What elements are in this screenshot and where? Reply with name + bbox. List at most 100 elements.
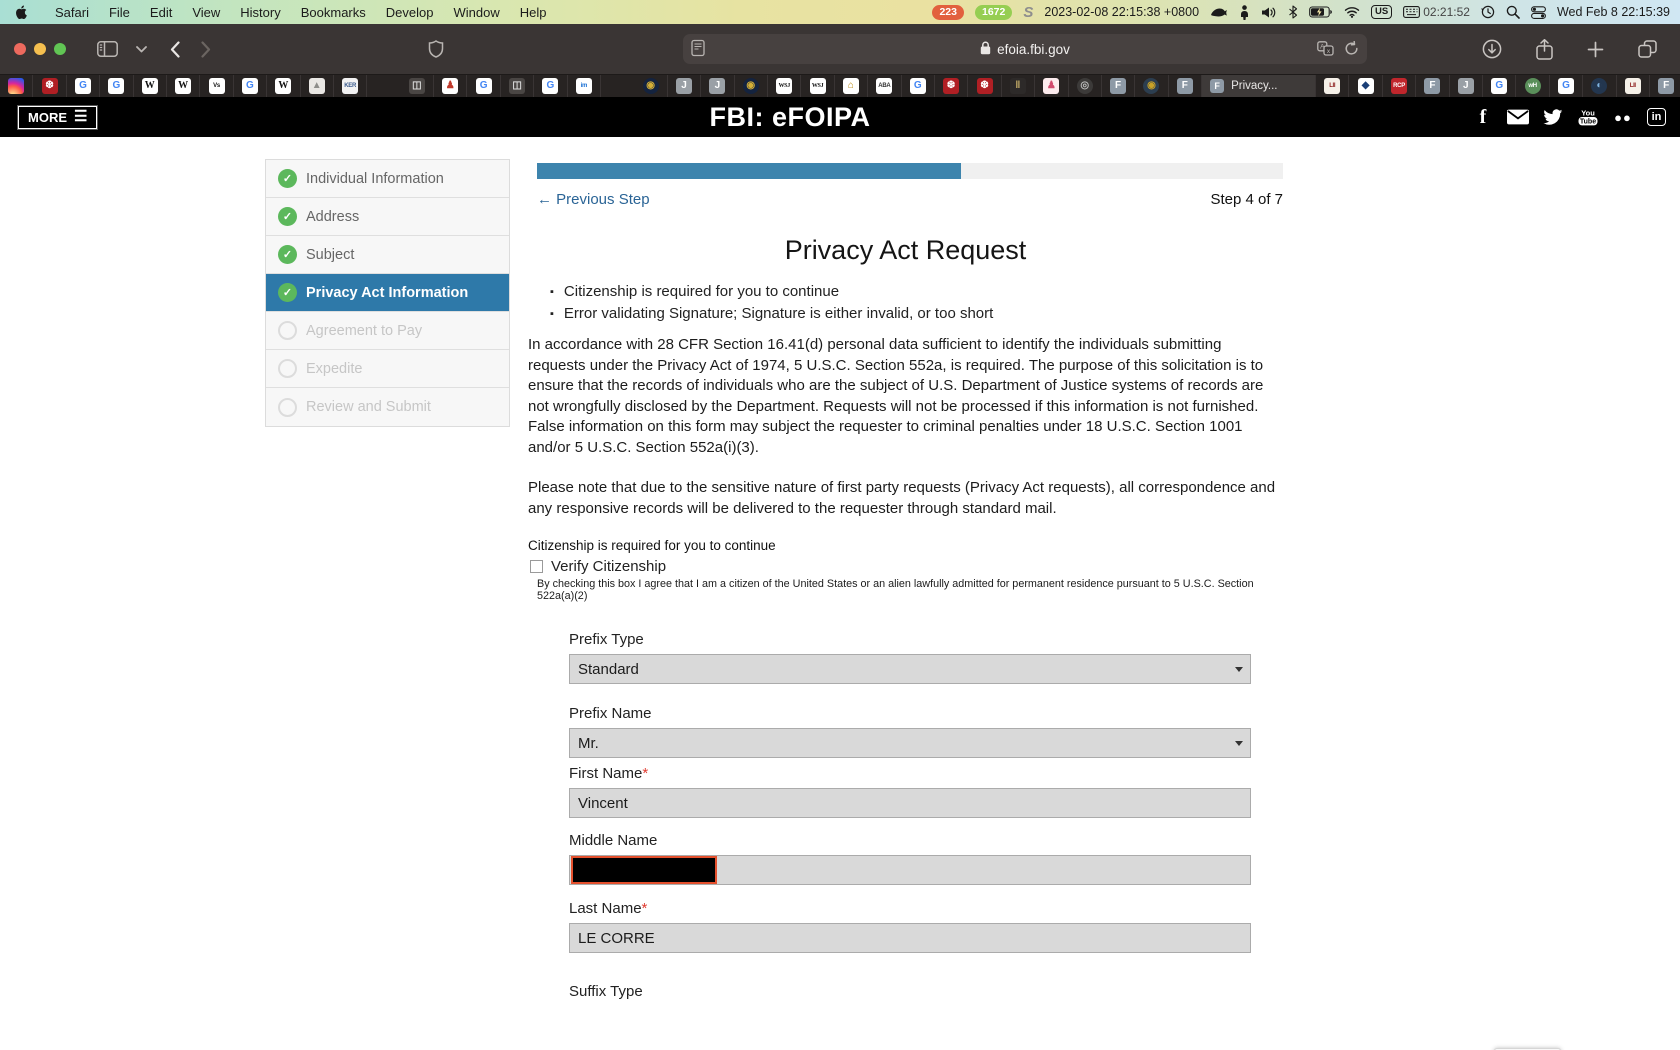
favicon[interactable]: J — [1450, 75, 1483, 98]
flickr-icon[interactable]: ●● — [1612, 107, 1634, 127]
back-button[interactable] — [170, 41, 180, 58]
privacy-report-shield-icon[interactable] — [428, 40, 444, 59]
wifi-icon[interactable] — [1344, 6, 1360, 18]
favicon[interactable]: W — [134, 75, 167, 98]
favicon[interactable]: G — [902, 75, 935, 98]
reload-icon[interactable] — [1344, 41, 1359, 59]
apple-menu-icon[interactable] — [14, 4, 29, 20]
favicon[interactable]: J — [701, 75, 734, 98]
favicon[interactable]: WSJ — [768, 75, 801, 98]
favicon[interactable]: G — [1550, 75, 1583, 98]
zoom-window-button[interactable] — [54, 43, 66, 55]
twitter-icon[interactable] — [1542, 107, 1564, 127]
wizard-step[interactable]: Individual Information — [266, 160, 509, 198]
favicon[interactable]: ▲ — [301, 75, 334, 98]
input-source-indicator[interactable]: US — [1371, 5, 1392, 19]
share-button[interactable] — [1536, 39, 1553, 60]
minimize-window-button[interactable] — [34, 43, 46, 55]
favicon[interactable]: ❆ — [968, 75, 1001, 98]
person-status-icon[interactable] — [1239, 5, 1250, 20]
linkedin-icon[interactable]: in — [1647, 108, 1666, 126]
field-input[interactable]: LE CORRE — [569, 923, 1251, 953]
battery-icon[interactable] — [1309, 6, 1333, 18]
favicon[interactable]: LII — [1617, 75, 1650, 98]
favicon[interactable]: G — [534, 75, 567, 98]
favicon[interactable]: G — [100, 75, 133, 98]
facebook-icon[interactable]: f — [1472, 107, 1494, 127]
favicon[interactable]: F — [1102, 75, 1135, 98]
verify-citizenship-checkbox[interactable] — [530, 560, 543, 573]
field-input[interactable] — [569, 855, 1251, 885]
active-tab[interactable]: F Privacy... — [1202, 75, 1316, 98]
favicon[interactable]: ♟ — [434, 75, 467, 98]
field-input[interactable]: Vincent — [569, 788, 1251, 818]
forward-button[interactable] — [201, 41, 211, 58]
favicon[interactable]: ⌂ — [835, 75, 868, 98]
wizard-step[interactable]: Review and Submit — [266, 388, 509, 426]
favicon[interactable]: ◫ — [401, 75, 434, 98]
control-center-icon[interactable] — [1531, 6, 1546, 19]
whale-icon[interactable] — [1210, 6, 1228, 19]
favicon[interactable] — [0, 75, 33, 98]
time-machine-icon[interactable] — [1481, 5, 1495, 19]
downloads-button[interactable] — [1482, 39, 1502, 59]
menubar-datetime[interactable]: 2023-02-08 22:15:38 +0800 — [1044, 5, 1199, 19]
favicon[interactable]: ABA — [868, 75, 901, 98]
menu-item[interactable]: File — [99, 5, 140, 20]
menu-item[interactable]: Help — [510, 5, 557, 20]
favicon[interactable]: WSJ — [801, 75, 834, 98]
translate-icon[interactable]: Ax — [1317, 41, 1334, 59]
favicon[interactable]: G — [467, 75, 500, 98]
favicon[interactable]: ◉ — [1135, 75, 1168, 98]
wizard-step[interactable]: Address — [266, 198, 509, 236]
status-app-icon[interactable]: S — [1023, 4, 1033, 21]
favicon[interactable]: RCP — [1383, 75, 1416, 98]
wizard-step[interactable]: Subject — [266, 236, 509, 274]
favicon[interactable]: J — [668, 75, 701, 98]
wizard-step[interactable]: Privacy Act Information — [266, 274, 509, 312]
menu-item[interactable]: Edit — [140, 5, 182, 20]
favicon[interactable]: ◫ — [501, 75, 534, 98]
reader-icon[interactable] — [691, 39, 705, 60]
field-input[interactable]: Standard — [569, 654, 1251, 684]
menu-item[interactable]: Develop — [376, 5, 444, 20]
favicon[interactable]: im — [568, 75, 601, 98]
favicon[interactable]: ◉ — [634, 75, 667, 98]
menu-item[interactable]: View — [182, 5, 230, 20]
notification-badge-green[interactable]: 1672 — [975, 5, 1012, 20]
keyboard-timer[interactable]: 02:21:52 — [1403, 5, 1470, 19]
new-tab-button[interactable] — [1587, 41, 1604, 58]
spotlight-icon[interactable] — [1506, 5, 1520, 19]
favicon[interactable]: ❆ — [935, 75, 968, 98]
favicon[interactable]: F — [1650, 75, 1680, 98]
favicon[interactable]: wH — [1516, 75, 1549, 98]
wizard-step[interactable]: Agreement to Pay — [266, 312, 509, 350]
menubar-clock[interactable]: Wed Feb 8 22:15:39 — [1557, 5, 1670, 19]
sidebar-chevron-button[interactable] — [136, 46, 147, 53]
wizard-step[interactable]: Expedite — [266, 350, 509, 388]
favicon[interactable] — [601, 75, 634, 98]
favicon[interactable]: F — [1416, 75, 1449, 98]
favicon[interactable]: ◉ — [735, 75, 768, 98]
email-icon[interactable] — [1507, 107, 1529, 127]
volume-icon[interactable] — [1261, 6, 1277, 19]
favicon[interactable] — [367, 75, 400, 98]
favicon[interactable]: ‖ — [1002, 75, 1035, 98]
youtube-icon[interactable]: YouTube — [1577, 107, 1599, 127]
field-input[interactable]: Mr. — [569, 728, 1251, 758]
tab-overview-button[interactable] — [1638, 40, 1657, 58]
menu-item[interactable]: Bookmarks — [291, 5, 376, 20]
sidebar-toggle-button[interactable] — [97, 41, 118, 57]
favicon[interactable]: ◆ — [1349, 75, 1382, 98]
previous-step-link[interactable]: ← Previous Step — [537, 191, 650, 208]
favicon[interactable]: W — [167, 75, 200, 98]
favicon[interactable]: Vs — [200, 75, 233, 98]
favicon[interactable]: F — [1169, 75, 1202, 98]
favicon[interactable]: W — [267, 75, 300, 98]
favicon[interactable]: ♟ — [1035, 75, 1068, 98]
close-window-button[interactable] — [14, 43, 26, 55]
favicon[interactable]: ◎ — [1069, 75, 1102, 98]
favicon[interactable]: KER — [334, 75, 367, 98]
notification-badge-red[interactable]: 223 — [932, 5, 964, 20]
favicon[interactable]: ❆ — [33, 75, 66, 98]
